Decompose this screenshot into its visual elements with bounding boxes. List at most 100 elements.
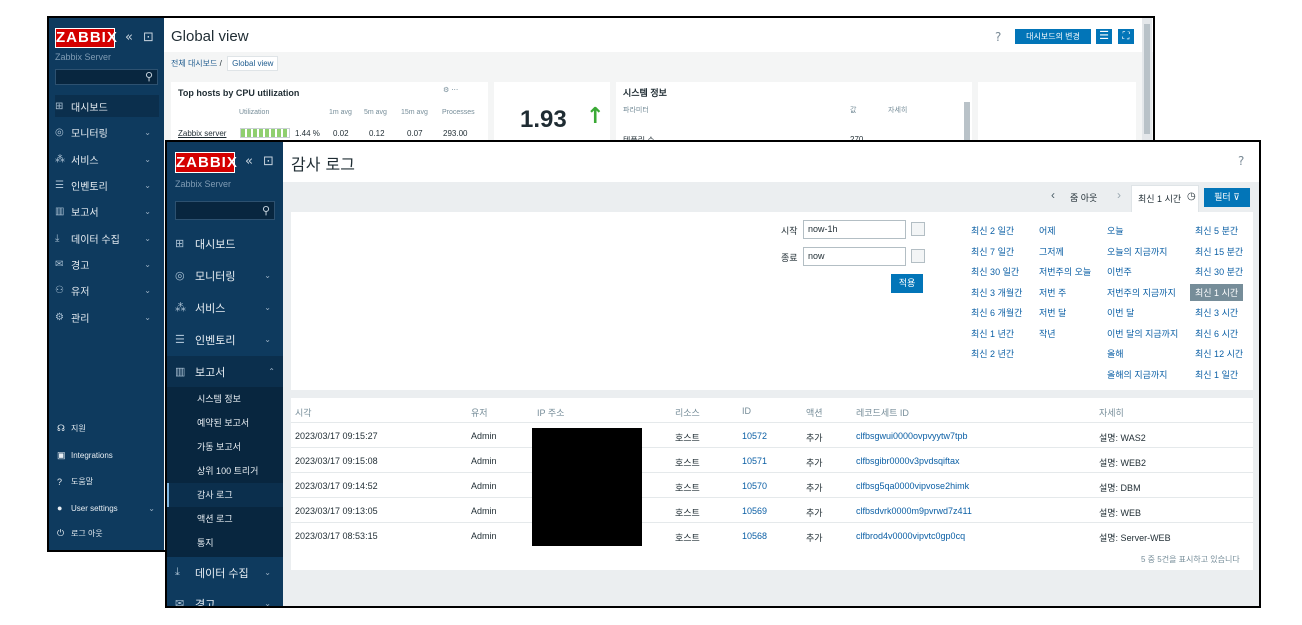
fullscreen-icon[interactable]: ⛶ [1118, 29, 1134, 44]
quick-range-link[interactable]: 이번 달 [1107, 306, 1134, 319]
quick-range-link[interactable]: 최신 2 일간 [971, 224, 1014, 237]
help-icon[interactable]: ? [995, 30, 1001, 44]
user-settings-link[interactable]: ● User settings ⌄ [57, 503, 159, 513]
nav-reports[interactable]: ▥ 보고서 ⌃ [167, 356, 283, 387]
from-input[interactable]: now-1h [803, 220, 906, 239]
integrations-link[interactable]: ▣ Integrations [57, 450, 159, 461]
quick-range-link[interactable]: 최신 2 년간 [971, 347, 1014, 360]
apply-button[interactable]: 적용 [891, 274, 923, 293]
quick-range-link[interactable]: 올해의 지금까지 [1107, 368, 1167, 381]
help-icon[interactable]: ? [1238, 154, 1244, 168]
quick-range-link[interactable]: 어제 [1039, 224, 1056, 237]
nav-monitoring[interactable]: ◎ 모니터링 ⌄ [175, 260, 279, 291]
cell-recordset[interactable]: clfbsgibr0000v3pvdsqiftax [856, 456, 960, 466]
col-user[interactable]: 유저 [471, 406, 488, 419]
quick-range-link[interactable]: 최신 30 일간 [971, 265, 1019, 278]
logout-link[interactable]: ⏻ 로그 아웃 [57, 528, 159, 539]
submenu-system-info[interactable]: 시스템 정보 [167, 387, 283, 411]
zoom-out-button[interactable]: 줌 아웃 [1070, 191, 1097, 204]
quick-range-link[interactable]: 올해 [1107, 347, 1124, 360]
quick-range-link[interactable]: 최신 6 시간 [1195, 327, 1238, 340]
cell-id[interactable]: 10572 [742, 431, 767, 441]
quick-range-link[interactable]: 오늘 [1107, 224, 1124, 237]
cell-recordset[interactable]: clfbrod4v0000vipvtc0gp0cq [856, 531, 965, 541]
submenu-audit-log[interactable]: 감사 로그 [167, 483, 283, 507]
nav-services[interactable]: ⁂ 서비스 ⌄ [55, 148, 159, 170]
nav-administration[interactable]: ⚙ 관리 ⌄ [55, 306, 159, 328]
collapse-icon[interactable]: « [245, 154, 253, 169]
col-resource[interactable]: 리소스 [675, 406, 700, 419]
prev-period-icon[interactable]: ‹ [1051, 188, 1055, 202]
quick-range-link[interactable]: 오늘의 지금까지 [1107, 245, 1167, 258]
quick-range-link[interactable]: 작년 [1039, 327, 1056, 340]
quick-range-link[interactable]: 저번 달 [1039, 306, 1066, 319]
cell-id[interactable]: 10569 [742, 506, 767, 516]
quick-range-link[interactable]: 최신 5 분간 [1195, 224, 1238, 237]
time-range-tab[interactable]: 최신 1 시간 ◷ [1131, 185, 1199, 212]
nav-data-collection[interactable]: ⤓ 데이터 수집 ⌄ [175, 557, 279, 588]
submenu-notifications[interactable]: 통지 [167, 531, 283, 555]
col-ip[interactable]: IP 주소 [537, 406, 564, 419]
search-input[interactable]: ⚲ [55, 69, 158, 85]
quick-range-link[interactable]: 이번 달의 지금까지 [1107, 327, 1178, 340]
cell-id[interactable]: 10568 [742, 531, 767, 541]
col-action[interactable]: 액션 [806, 406, 823, 419]
quick-range-link[interactable]: 최신 1 일간 [1195, 368, 1238, 381]
nav-dashboard[interactable]: ⊞ 대시보드 [175, 228, 279, 259]
quick-range-link[interactable]: 저번주의 오늘 [1039, 265, 1091, 278]
quick-range-link[interactable]: 최신 15 분간 [1195, 245, 1243, 258]
col-time[interactable]: 시각 [295, 406, 312, 419]
quick-range-link[interactable]: 최신 1 시간 [1190, 283, 1244, 301]
breadcrumb-current[interactable]: Global view [227, 56, 279, 71]
nav-alerts[interactable]: ✉ 경고 ⌄ [55, 253, 159, 275]
nav-dashboard[interactable]: ⊞ 대시보드 [55, 95, 159, 117]
next-period-icon[interactable]: › [1117, 188, 1121, 202]
nav-inventory[interactable]: ☰ 인벤토리 ⌄ [175, 324, 279, 355]
quick-range-link[interactable]: 이번주 [1107, 265, 1132, 278]
to-input[interactable]: now [803, 247, 906, 266]
kiosk-icon[interactable]: ⊡ [263, 154, 274, 169]
nav-alerts[interactable]: ✉ 경고 ⌄ [175, 588, 279, 606]
col-recordset[interactable]: 레코드세트 ID [856, 406, 909, 419]
filter-button[interactable]: 필터 ⊽ [1204, 188, 1250, 207]
cell-recordset[interactable]: clfbsgwui0000ovpvyytw7tpb [856, 431, 968, 441]
col-id[interactable]: ID [742, 406, 751, 416]
calendar-icon[interactable] [911, 222, 925, 236]
nav-data-collection[interactable]: ⤓ 데이터 수집 ⌄ [55, 227, 159, 249]
quick-range-link[interactable]: 최신 6 개월간 [971, 306, 1022, 319]
search-input[interactable]: ⚲ [175, 201, 275, 220]
nav-monitoring[interactable]: ◎ 모니터링 ⌄ [55, 121, 159, 143]
submenu-action-log[interactable]: 액션 로그 [167, 507, 283, 531]
quick-range-link[interactable]: 최신 12 시간 [1195, 347, 1243, 360]
calendar-icon[interactable] [911, 249, 925, 263]
widget-gear-icon[interactable]: ⚙ ⋯ [443, 86, 458, 94]
kiosk-icon[interactable]: ⊡ [143, 30, 154, 45]
cell-recordset[interactable]: clfbsdvrk0000m9pvrwd7z411 [856, 506, 972, 516]
cell-recordset[interactable]: clfbsg5qa0000vipvose2himk [856, 481, 969, 491]
nav-reports[interactable]: ▥ 보고서 ⌄ [55, 200, 159, 222]
quick-range-link[interactable]: 그저께 [1039, 245, 1064, 258]
quick-range-link[interactable]: 최신 30 분간 [1195, 265, 1243, 278]
breadcrumb-all-dashboards[interactable]: 전체 대시보드 [171, 59, 217, 68]
quick-range-link[interactable]: 저번주의 지금까지 [1107, 286, 1176, 299]
cell-id[interactable]: 10571 [742, 456, 767, 466]
help-link[interactable]: ? 도움말 [57, 476, 159, 487]
quick-range-link[interactable]: 최신 7 일간 [971, 245, 1014, 258]
quick-range-link[interactable]: 저번 주 [1039, 286, 1066, 299]
quick-range-link[interactable]: 최신 1 년간 [971, 327, 1014, 340]
menu-icon[interactable]: ☰ [1096, 29, 1112, 44]
quick-range-link[interactable]: 최신 3 시간 [1195, 306, 1238, 319]
submenu-scheduled-reports[interactable]: 예약된 보고서 [167, 411, 283, 435]
nav-inventory[interactable]: ☰ 인벤토리 ⌄ [55, 174, 159, 196]
support-link[interactable]: ☊ 지원 [57, 423, 159, 434]
cell-details: 설명: WEB2 [1099, 458, 1147, 468]
edit-dashboard-button[interactable]: 대시보드의 변경 [1015, 29, 1091, 44]
cell-id[interactable]: 10570 [742, 481, 767, 491]
collapse-icon[interactable]: « [125, 30, 133, 45]
nav-users[interactable]: ⚇ 유저 ⌄ [55, 279, 159, 301]
quick-range-link[interactable]: 최신 3 개월간 [971, 286, 1022, 299]
submenu-top-100-triggers[interactable]: 상위 100 트리거 [167, 459, 283, 483]
submenu-availability-report[interactable]: 가동 보고서 [167, 435, 283, 459]
nav-services[interactable]: ⁂ 서비스 ⌄ [175, 292, 279, 323]
host-link[interactable]: Zabbix server [178, 129, 226, 138]
